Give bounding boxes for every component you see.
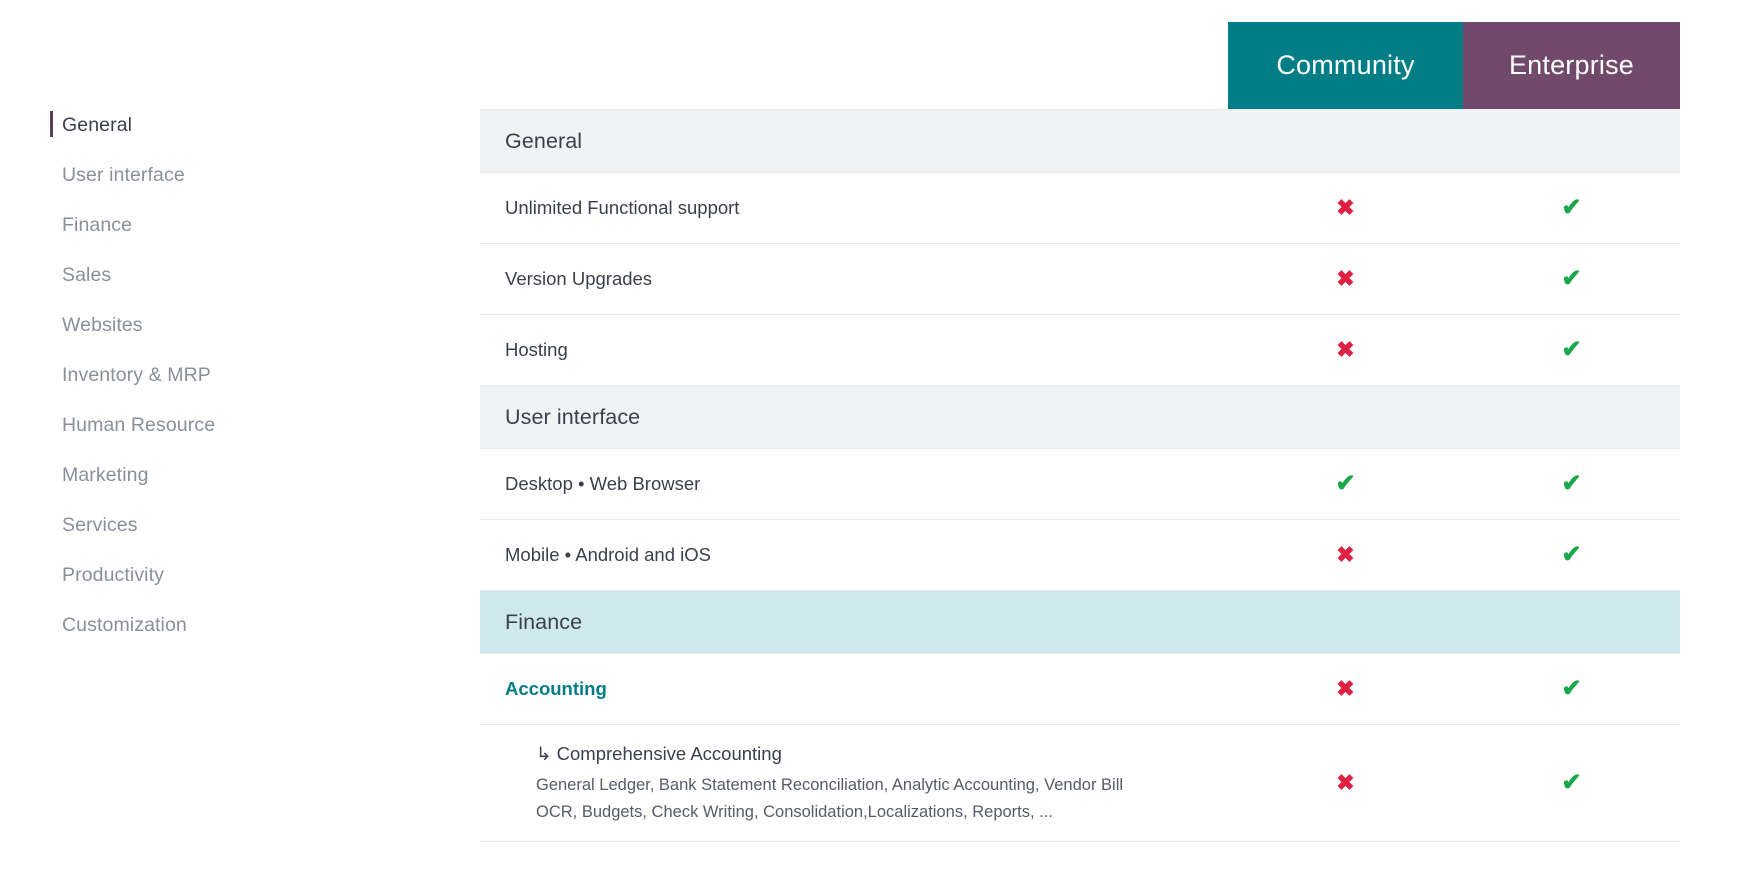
- cross-icon: ✖: [1336, 337, 1355, 362]
- sidebar-item-user-interface[interactable]: User interface: [62, 150, 420, 200]
- section-header-row: User interface: [480, 386, 1680, 449]
- feature-sub-title: ↳ Comprehensive Accounting: [536, 740, 1228, 768]
- cross-icon: ✖: [1336, 266, 1355, 291]
- sidebar-item-label: Customization: [62, 613, 187, 636]
- enterprise-cell: ✔: [1463, 771, 1680, 795]
- tab-enterprise[interactable]: Enterprise: [1463, 22, 1680, 109]
- feature-comparison-table: General Unlimited Functional support ✖ ✔ Ver…: [480, 109, 1680, 842]
- check-icon: ✔: [1335, 470, 1356, 497]
- section-title: General: [505, 128, 583, 153]
- feature-row: Desktop • Web Browser ✔ ✔: [480, 449, 1680, 520]
- sidebar-item-human-resource[interactable]: Human Resource: [62, 400, 420, 450]
- community-cell: ✖: [1228, 197, 1463, 219]
- check-icon: ✔: [1561, 336, 1582, 363]
- sidebar-item-label: Marketing: [62, 463, 149, 486]
- community-cell: ✖: [1228, 339, 1463, 361]
- plan-column-tabs: Community Enterprise: [1228, 22, 1680, 109]
- check-icon: ✔: [1561, 769, 1582, 796]
- community-cell: ✖: [1228, 544, 1463, 566]
- sidebar-item-services[interactable]: Services: [62, 500, 420, 550]
- feature-row: Mobile • Android and iOS ✖ ✔: [480, 520, 1680, 591]
- enterprise-cell: ✔: [1463, 338, 1680, 362]
- feature-description: General Ledger, Bank Statement Reconcili…: [536, 775, 1124, 821]
- sidebar-item-label: General: [62, 113, 133, 136]
- feature-row: Version Upgrades ✖ ✔: [480, 244, 1680, 315]
- cross-icon: ✖: [1336, 542, 1355, 567]
- feature-label: Desktop • Web Browser: [505, 473, 701, 495]
- community-cell: ✖: [1228, 772, 1463, 794]
- sidebar-item-label: Productivity: [62, 563, 164, 586]
- check-icon: ✔: [1561, 541, 1582, 568]
- feature-label: Unlimited Functional support: [505, 197, 740, 219]
- feature-row: Unlimited Functional support ✖ ✔: [480, 173, 1680, 244]
- cross-icon: ✖: [1336, 676, 1355, 701]
- sidebar-item-productivity[interactable]: Productivity: [62, 550, 420, 600]
- sidebar-item-label: User interface: [62, 163, 185, 186]
- sub-arrow-icon: ↳: [536, 742, 552, 764]
- sidebar-nav: General User interface Finance Sales Website…: [0, 100, 420, 650]
- feature-row: ↳ Comprehensive Accounting General Ledger…: [480, 725, 1680, 842]
- sidebar-item-label: Sales: [62, 263, 112, 286]
- feature-label[interactable]: Accounting: [480, 675, 1228, 703]
- enterprise-cell: ✔: [1463, 677, 1680, 701]
- community-cell: ✖: [1228, 678, 1463, 700]
- check-icon: ✔: [1561, 194, 1582, 221]
- sidebar-item-label: Human Resource: [62, 413, 216, 436]
- sidebar-item-label: Finance: [62, 213, 133, 236]
- community-cell: ✖: [1228, 268, 1463, 290]
- sidebar-item-sales[interactable]: Sales: [62, 250, 420, 300]
- community-cell: ✔: [1228, 472, 1463, 496]
- feature-row: Hosting ✖ ✔: [480, 315, 1680, 386]
- feature-label: ↳ Comprehensive Accounting General Ledger…: [480, 740, 1228, 826]
- sidebar-item-websites[interactable]: Websites: [62, 300, 420, 350]
- sidebar-item-label: Inventory & MRP: [62, 363, 211, 386]
- feature-label: Version Upgrades: [505, 268, 653, 290]
- section-title: User interface: [505, 404, 641, 429]
- check-icon: ✔: [1561, 265, 1582, 292]
- sidebar-item-label: Services: [62, 513, 138, 536]
- sidebar-item-label: Websites: [62, 313, 143, 336]
- sidebar-item-finance[interactable]: Finance: [62, 200, 420, 250]
- enterprise-cell: ✔: [1463, 196, 1680, 220]
- enterprise-cell: ✔: [1463, 267, 1680, 291]
- sidebar-item-customization[interactable]: Customization: [62, 600, 420, 650]
- cross-icon: ✖: [1336, 770, 1355, 795]
- cross-icon: ✖: [1336, 195, 1355, 220]
- enterprise-cell: ✔: [1463, 472, 1680, 496]
- feature-sub-title-text: Comprehensive Accounting: [556, 742, 782, 764]
- feature-label: Mobile • Android and iOS: [505, 544, 711, 566]
- page-root: General User interface Finance Sales Website…: [0, 0, 1754, 889]
- sidebar-item-inventory-mrp[interactable]: Inventory & MRP: [62, 350, 420, 400]
- enterprise-cell: ✔: [1463, 543, 1680, 567]
- check-icon: ✔: [1561, 675, 1582, 702]
- check-icon: ✔: [1561, 470, 1582, 497]
- section-header-row: Finance: [480, 591, 1680, 654]
- tab-community[interactable]: Community: [1228, 22, 1463, 109]
- sidebar-item-general[interactable]: General: [50, 100, 420, 150]
- feature-row: Accounting ✖ ✔: [480, 654, 1680, 725]
- feature-label: Hosting: [505, 339, 568, 361]
- section-header-row: General: [480, 110, 1680, 173]
- sidebar-item-marketing[interactable]: Marketing: [62, 450, 420, 500]
- section-title: Finance: [505, 609, 583, 634]
